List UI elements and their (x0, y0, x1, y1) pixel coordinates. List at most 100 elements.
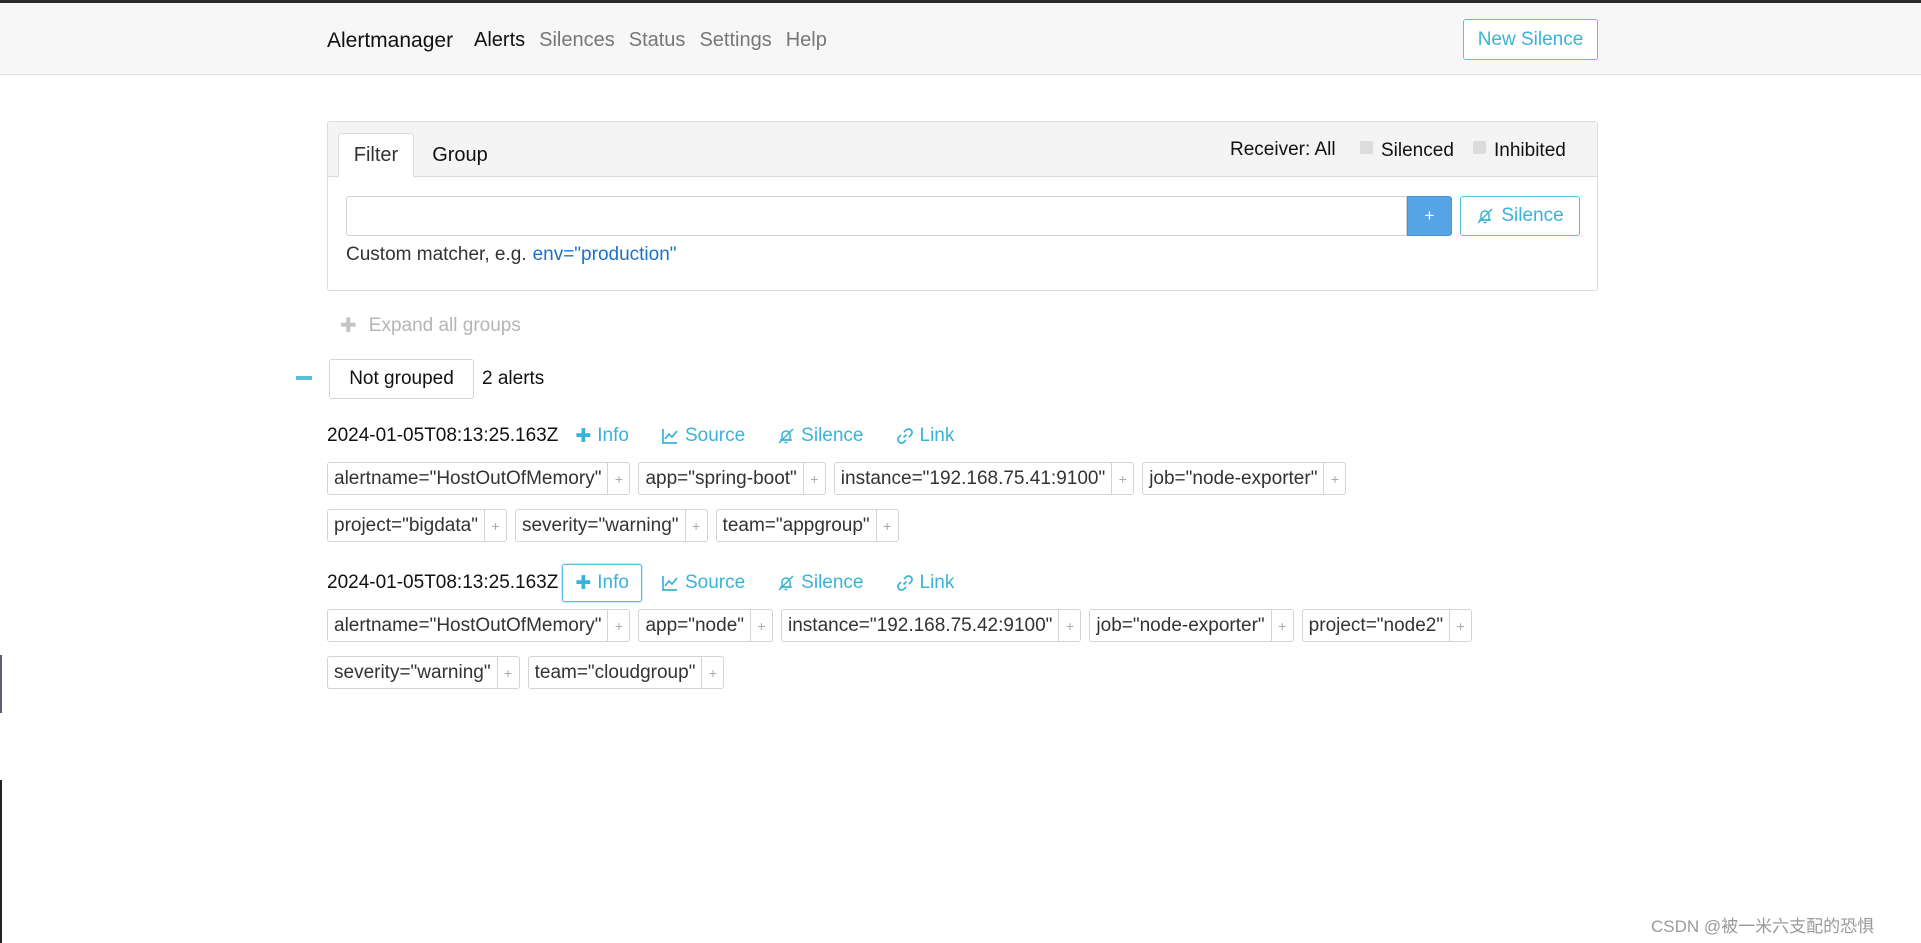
label-text: instance="192.168.75.41:9100" (840, 467, 1106, 489)
add-matcher-button[interactable]: + (1407, 196, 1452, 236)
add-label-filter-button[interactable]: + (1111, 463, 1133, 494)
alert-header: 2024-01-05T08:13:25.163Z ✚ Info Source S… (327, 416, 973, 456)
tab-group[interactable]: Group (420, 133, 500, 178)
link-icon (896, 428, 913, 444)
expand-all-groups-label: Expand all groups (368, 314, 521, 336)
receiver-select[interactable]: Receiver: All (1230, 139, 1336, 161)
matcher-input[interactable] (346, 196, 1407, 236)
label-text: app="node" (645, 614, 745, 636)
add-label-filter-button[interactable]: + (1270, 610, 1293, 641)
group-name-badge: Not grouped (329, 359, 474, 399)
label-chip[interactable]: severity="warning" + (327, 656, 520, 689)
add-label-filter-button[interactable]: + (750, 610, 772, 641)
label-chip[interactable]: app="spring-boot" + (638, 462, 826, 495)
expand-all-groups-button[interactable]: ✚ Expand all groups (340, 313, 521, 338)
collapse-group-icon[interactable] (296, 376, 312, 380)
alert-source-button[interactable]: Source (648, 417, 758, 455)
silenced-checkbox-box[interactable] (1360, 140, 1373, 154)
bell-slash-icon (1477, 208, 1493, 224)
label-chip[interactable]: app="node" + (638, 609, 774, 642)
label-chip[interactable]: alertname="HostOutOfMemory" + (327, 462, 631, 495)
label-text: project="node2" (1308, 614, 1444, 636)
label-text: severity="warning" (334, 661, 491, 683)
alert-link-label: Link (919, 425, 955, 446)
label-chip[interactable]: alertname="HostOutOfMemory" + (327, 609, 631, 642)
add-label-filter-button[interactable]: + (496, 657, 519, 688)
nav-status[interactable]: Status (629, 29, 686, 52)
nav-help[interactable]: Help (786, 29, 827, 52)
alert-link-label: Link (919, 572, 955, 593)
label-text: job="node-exporter" (1096, 614, 1265, 636)
alert-labels: alertname="HostOutOfMemory" + app="spring… (327, 462, 1607, 542)
alert-source-label: Source (684, 425, 746, 446)
new-silence-button[interactable]: New Silence (1463, 19, 1598, 60)
nav-alerts[interactable]: Alerts (474, 29, 525, 52)
alert-silence-label: Silence (801, 425, 864, 446)
inhibited-checkbox-box[interactable] (1473, 140, 1486, 154)
label-text: alertname="HostOutOfMemory" (334, 467, 602, 489)
add-label-filter-button[interactable]: + (802, 463, 825, 494)
silence-filter-label: Silence (1501, 205, 1564, 226)
plus-icon: ✚ (340, 315, 357, 337)
chart-line-icon (662, 576, 678, 591)
alert-silence-label: Silence (801, 572, 864, 593)
bell-slash-icon (778, 575, 794, 591)
alert-info-button[interactable]: ✚ Info (562, 564, 642, 602)
alert-silence-button[interactable]: Silence (764, 417, 876, 455)
alert-silence-button[interactable]: Silence (764, 564, 876, 602)
label-chip[interactable]: instance="192.168.75.41:9100" + (833, 462, 1135, 495)
filter-panel-header: Filter Group Receiver: All Silenced Inhi… (328, 122, 1597, 178)
alert-source-button[interactable]: Source (648, 564, 758, 602)
navbar: Alertmanager Alerts Silences Status Sett… (0, 3, 1921, 75)
alert-labels: alertname="HostOutOfMemory" + app="node" +… (327, 609, 1607, 689)
bell-slash-icon (778, 428, 794, 444)
label-chip[interactable]: project="bigdata" + (327, 509, 507, 542)
label-text: severity="warning" (521, 514, 679, 536)
add-label-filter-button[interactable]: + (701, 657, 723, 688)
alert-info-button[interactable]: ✚ Info (562, 417, 642, 455)
nav-settings[interactable]: Settings (699, 29, 771, 52)
silence-filter-button[interactable]: Silence (1460, 196, 1580, 236)
label-chip[interactable]: job="node-exporter" + (1089, 609, 1294, 642)
plus-icon: + (1424, 206, 1435, 225)
label-text: team="appgroup" (722, 514, 870, 536)
matcher-hint: Custom matcher, e.g. env="production" (346, 244, 677, 266)
add-label-filter-button[interactable]: + (607, 463, 629, 494)
matcher-hint-example: env="production" (532, 244, 677, 265)
filter-panel: Filter Group Receiver: All Silenced Inhi… (327, 121, 1598, 291)
add-label-filter-button[interactable]: + (684, 510, 707, 541)
window-edge (0, 780, 2, 943)
label-chip[interactable]: instance="192.168.75.42:9100" + (781, 609, 1082, 642)
label-text: project="bigdata" (334, 514, 478, 536)
inhibited-checkbox[interactable]: Inhibited (1473, 140, 1566, 162)
label-text: job="node-exporter" (1149, 467, 1318, 489)
label-chip[interactable]: job="node-exporter" + (1142, 462, 1347, 495)
label-text: alertname="HostOutOfMemory" (334, 614, 602, 636)
label-chip[interactable]: severity="warning" + (514, 509, 708, 542)
alert-source-label: Source (684, 572, 746, 593)
alert-link-button[interactable]: Link (883, 417, 968, 455)
brand-logo[interactable]: Alertmanager (327, 29, 453, 53)
alert-info-label: Info (597, 572, 629, 593)
silenced-checkbox[interactable]: Silenced (1360, 140, 1454, 162)
chart-line-icon (662, 429, 678, 444)
label-chip[interactable]: team="cloudgroup" + (527, 656, 725, 689)
link-icon (896, 575, 913, 591)
add-label-filter-button[interactable]: + (1058, 610, 1080, 641)
label-chip[interactable]: project="node2" + (1301, 609, 1473, 642)
alert-link-button[interactable]: Link (883, 564, 968, 602)
alert-header: 2024-01-05T08:13:25.163Z ✚ Info Source S… (327, 563, 973, 603)
tab-filter[interactable]: Filter (338, 133, 414, 178)
add-label-filter-button[interactable]: + (1323, 463, 1345, 494)
nav-silences[interactable]: Silences (539, 29, 615, 52)
add-label-filter-button[interactable]: + (875, 510, 898, 541)
label-chip[interactable]: team="appgroup" + (715, 509, 899, 542)
add-label-filter-button[interactable]: + (1449, 610, 1471, 641)
window-edge (0, 655, 2, 713)
watermark: CSDN @被一米六支配的恐惧 (1651, 917, 1875, 936)
add-label-filter-button[interactable]: + (607, 610, 629, 641)
plus-icon: ✚ (575, 425, 592, 447)
add-label-filter-button[interactable]: + (483, 510, 506, 541)
matcher-hint-text: Custom matcher, e.g. (346, 244, 527, 265)
label-text: instance="192.168.75.42:9100" (788, 614, 1053, 636)
